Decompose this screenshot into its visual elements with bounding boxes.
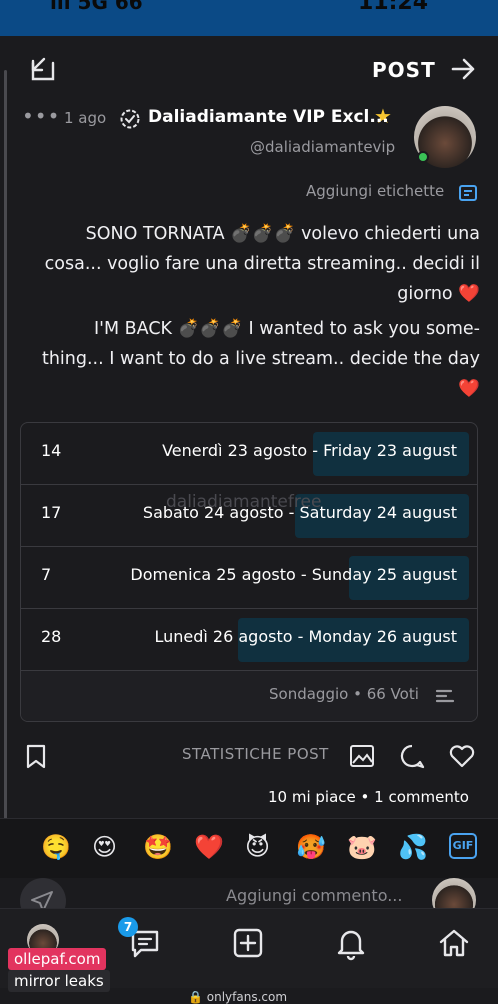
poll-option[interactable]: Venerdì 23 agosto - Friday 23 august 14 xyxy=(21,423,477,485)
poll: Venerdì 23 agosto - Friday 23 august 14 … xyxy=(20,422,478,722)
overlay-site-label: ollepaf.com xyxy=(8,948,107,970)
back-arrow-icon[interactable] xyxy=(448,54,478,84)
poll-summary: Sondaggio • 66 Voti xyxy=(269,685,419,703)
page-title: POST xyxy=(372,58,436,82)
poll-option-votes: 28 xyxy=(41,627,62,646)
poll-option-votes: 17 xyxy=(41,503,62,522)
watermark: daliadiamantefree xyxy=(166,492,322,512)
comment-bar: Aggiungi commento... xyxy=(0,878,498,910)
likes-comments-count[interactable]: 10 mi piace • 1 commento xyxy=(268,788,469,806)
comment-input[interactable]: Aggiungi commento... xyxy=(226,886,402,905)
poll-option-label: Lunedì 26 agosto - Monday 26 august xyxy=(154,627,457,646)
add-post-icon[interactable] xyxy=(230,925,266,961)
notifications-bell-icon[interactable] xyxy=(333,925,369,961)
pig-emoji[interactable]: 🐷 xyxy=(347,833,377,861)
poll-option[interactable]: Domenica 25 agosto - Sunday 25 august 7 xyxy=(21,547,477,609)
status-bar: ııl 5G 66 11:24 xyxy=(0,0,498,36)
post-time: 1 ago xyxy=(64,109,107,127)
heart-emoji[interactable]: ❤️ xyxy=(194,833,224,861)
tag-icon[interactable] xyxy=(458,183,478,203)
devil-emoji[interactable]: 😈 xyxy=(245,833,270,861)
sweat-droplets-emoji[interactable]: 💦 xyxy=(398,833,428,861)
url-text: 🔒 onlyfans.com xyxy=(188,990,288,1004)
messages-badge: 7 xyxy=(118,917,138,937)
online-indicator xyxy=(417,151,429,163)
home-icon[interactable] xyxy=(436,925,472,961)
author-handle[interactable]: @daliadiamantevip xyxy=(250,138,395,156)
share-icon[interactable] xyxy=(28,54,58,84)
add-tags-link[interactable]: Aggiungi etichette xyxy=(306,182,444,200)
poll-option[interactable]: Lunedì 26 agosto - Monday 26 august 28 xyxy=(21,609,477,671)
reaction-bar: GIF 💦 🐷 🥵 😈 ❤️ 🤩 😍 🤤 xyxy=(0,818,498,878)
overlay-caption-label: mirror leaks xyxy=(8,970,110,992)
post-header: POST xyxy=(0,36,498,108)
hot-face-emoji[interactable]: 🥵 xyxy=(296,833,326,861)
poll-footer: Sondaggio • 66 Voti xyxy=(21,671,477,721)
bookmark-icon[interactable] xyxy=(22,742,50,770)
author-name[interactable]: Daliadiamante VIP Excl... xyxy=(148,107,389,127)
post-text-italian: SONO TORNATA 💣💣💣 volevo chiederti una co… xyxy=(44,224,480,304)
verified-icon xyxy=(120,109,140,129)
heart-eyes-emoji[interactable]: 😍 xyxy=(92,833,117,861)
image-icon[interactable] xyxy=(348,742,376,770)
comment-icon[interactable] xyxy=(398,742,426,770)
gif-button[interactable]: GIF xyxy=(449,833,477,859)
poll-icon xyxy=(435,689,455,703)
poll-option-label: Domenica 25 agosto - Sunday 25 august xyxy=(130,565,457,584)
poll-option-label: Venerdì 23 agosto - Friday 23 august xyxy=(162,441,457,460)
post-stats-link[interactable]: STATISTICHE POST xyxy=(182,745,329,763)
signal-status: ııl 5G 66 xyxy=(50,0,143,14)
drooling-emoji[interactable]: 🤤 xyxy=(41,833,71,861)
clock: 11:24 xyxy=(357,0,428,15)
heart-icon[interactable] xyxy=(448,742,476,770)
more-options-icon[interactable]: ••• xyxy=(22,104,60,128)
post-text-english: I'M BACK 💣💣💣 I wanted to ask you some-th… xyxy=(41,319,480,399)
scrollbar[interactable] xyxy=(4,70,7,830)
poll-option-votes: 14 xyxy=(41,441,62,460)
star-struck-emoji[interactable]: 🤩 xyxy=(143,833,173,861)
poll-option-votes: 7 xyxy=(41,565,52,584)
